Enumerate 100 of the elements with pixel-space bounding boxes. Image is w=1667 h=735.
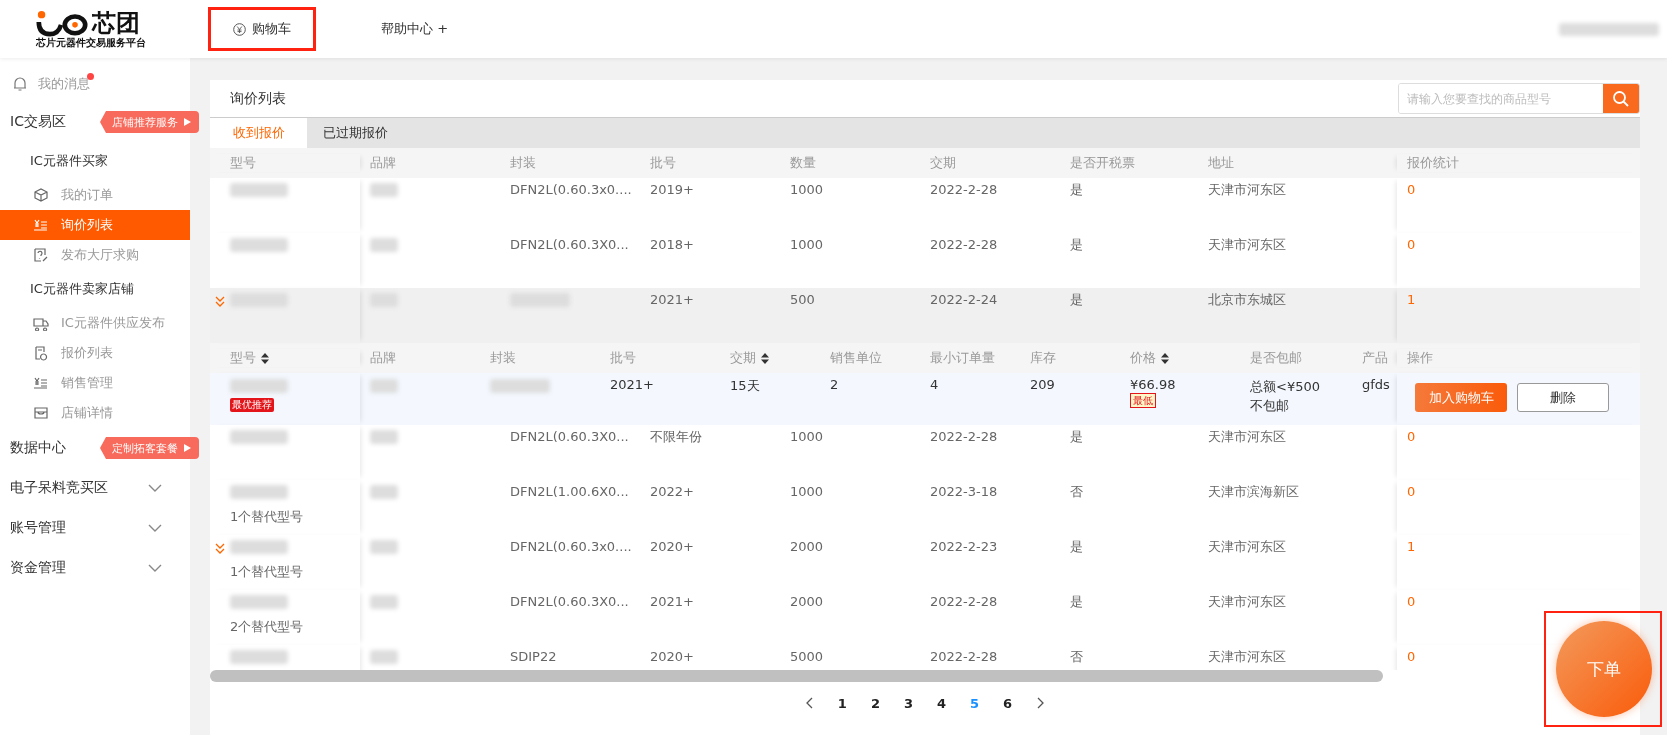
table-cell: 5000 — [790, 649, 824, 664]
row-expand-cell[interactable] — [210, 233, 360, 288]
table-cell: 1000 — [790, 237, 824, 252]
table-cell: 2022-2-23 — [930, 539, 998, 554]
table-cell: DFN2L(0.60.3x0.... — [510, 539, 632, 554]
table-cell: 是 — [1070, 237, 1083, 252]
blurred-text — [370, 650, 398, 664]
yen-icon — [233, 22, 246, 36]
table-cell: 是 — [1070, 594, 1083, 609]
alternates-text[interactable]: 1个替代型号 — [230, 508, 360, 526]
table-cell: 不限年份 — [650, 429, 702, 444]
column-header: 报价统计 — [1407, 155, 1459, 170]
table-cell: 15天 — [730, 378, 760, 393]
page-button[interactable]: 2 — [868, 695, 882, 711]
blurred-text — [230, 379, 288, 393]
tab[interactable]: 已过期报价 — [307, 118, 404, 148]
quote-count: 0 — [1407, 429, 1416, 444]
table-cell: 天津市河东区 — [1208, 182, 1286, 197]
column-header: 数量 — [790, 155, 816, 170]
table-cell: 1000 — [790, 429, 824, 444]
table-cell: 天津市河东区 — [1208, 594, 1286, 609]
table-cell: 500 — [790, 292, 815, 307]
recommend-badge: 最优推荐 — [230, 398, 274, 412]
logo-name: 芯团 — [92, 9, 140, 37]
table-cell: DFN2L(0.60.3X0... — [510, 237, 629, 252]
column-header: 型号 — [230, 155, 256, 170]
page-button[interactable]: 6 — [1001, 695, 1015, 711]
row-expand-cell[interactable] — [210, 178, 360, 233]
help-link[interactable]: 帮助中心 + — [356, 7, 474, 51]
table-cell: 2019+ — [650, 182, 694, 197]
delete-button[interactable]: 删除 — [1517, 383, 1609, 412]
page-button[interactable]: 1 — [835, 695, 849, 711]
table-cell: DFN2L(1.00.6X0... — [510, 484, 629, 499]
section-link[interactable]: 数据中心 — [10, 439, 66, 457]
row-expand-cell[interactable] — [210, 288, 360, 343]
quote-count: 1 — [1407, 292, 1416, 307]
sort-icon[interactable] — [761, 352, 769, 364]
yen-icon — [33, 375, 49, 391]
sort-icon[interactable] — [1161, 352, 1169, 364]
column-header: 是否开税票 — [1070, 155, 1135, 170]
section-link[interactable]: IC交易区 — [10, 113, 66, 131]
row-expand-cell[interactable]: 2个替代型号 — [210, 590, 360, 645]
question-icon — [33, 247, 49, 263]
table-cell: DFN2L(0.60.3X0... — [510, 429, 629, 444]
blurred-text — [370, 238, 398, 252]
row-expand-cell[interactable]: 1个替代型号 — [210, 480, 360, 535]
row-expand-cell[interactable] — [210, 425, 360, 480]
column-header: 交期 — [930, 155, 956, 170]
table-cell: 2022-2-28 — [930, 237, 998, 252]
table-cell: 2000 — [790, 594, 824, 609]
box-icon — [33, 187, 49, 203]
table-cell: 天津市河东区 — [1208, 429, 1286, 444]
table-cell: 4 — [930, 377, 939, 392]
column-header: 销售单位 — [830, 349, 882, 367]
table-cell: 是 — [1070, 539, 1083, 554]
table-cell: 天津市河东区 — [1208, 237, 1286, 252]
alternates-text[interactable]: 2个替代型号 — [230, 618, 360, 636]
section-link[interactable]: 资金管理 — [10, 559, 66, 577]
scrollbar[interactable] — [210, 670, 1383, 682]
cart-link[interactable]: 购物车 — [208, 7, 316, 51]
column-header: 库存 — [1030, 349, 1056, 367]
sort-icon[interactable] — [261, 352, 269, 364]
table-cell: DFN2L(0.60.3x0.... — [510, 182, 632, 197]
table-cell: 209 — [1030, 377, 1055, 392]
bell-icon — [12, 76, 28, 92]
blurred-text — [370, 595, 398, 609]
table-cell: SDIP22 — [510, 649, 557, 664]
table-cell: 2018+ — [650, 237, 694, 252]
alternates-text[interactable]: 1个替代型号 — [230, 563, 360, 581]
search-button[interactable] — [1603, 84, 1639, 113]
page-button[interactable]: 4 — [935, 695, 949, 711]
page-button[interactable]: 5 — [968, 695, 982, 711]
blurred-text — [230, 430, 288, 444]
table-cell: 1000 — [790, 484, 824, 499]
row-expand-cell[interactable]: 1个替代型号 — [210, 535, 360, 590]
table-cell: 2022-2-28 — [930, 429, 998, 444]
table-cell: 是 — [1070, 429, 1083, 444]
page-button[interactable]: 3 — [901, 695, 915, 711]
page-title: 询价列表 — [230, 89, 286, 108]
lowest-badge: 最低 — [1130, 393, 1156, 408]
price: ¥66.98 — [1130, 377, 1176, 392]
table-cell: 北京市东城区 — [1208, 292, 1286, 307]
column-header: 产品 — [1362, 349, 1388, 367]
table-cell: 天津市河东区 — [1208, 649, 1286, 664]
table-cell: 天津市滨海新区 — [1208, 484, 1299, 499]
table-cell: 2020+ — [650, 649, 694, 664]
table-cell: 2022-3-18 — [930, 484, 998, 499]
table-cell: 否 — [1070, 649, 1083, 664]
search-field[interactable]: 请输入您要查找的商品型号 — [1398, 83, 1640, 114]
table-cell: 天津市河东区 — [1208, 539, 1286, 554]
quote-count: 0 — [1407, 649, 1416, 664]
blurred-text — [370, 485, 398, 499]
section-link[interactable]: 电子呆料竞买区 — [10, 479, 108, 497]
section-link[interactable]: 账号管理 — [10, 519, 66, 537]
blurred-text — [370, 379, 398, 393]
shop-icon — [33, 405, 49, 421]
blurred-text — [230, 183, 288, 197]
blurred-text — [370, 430, 398, 444]
table-cell: 否 — [1070, 484, 1083, 499]
column-header: 是否包邮 — [1250, 349, 1302, 367]
